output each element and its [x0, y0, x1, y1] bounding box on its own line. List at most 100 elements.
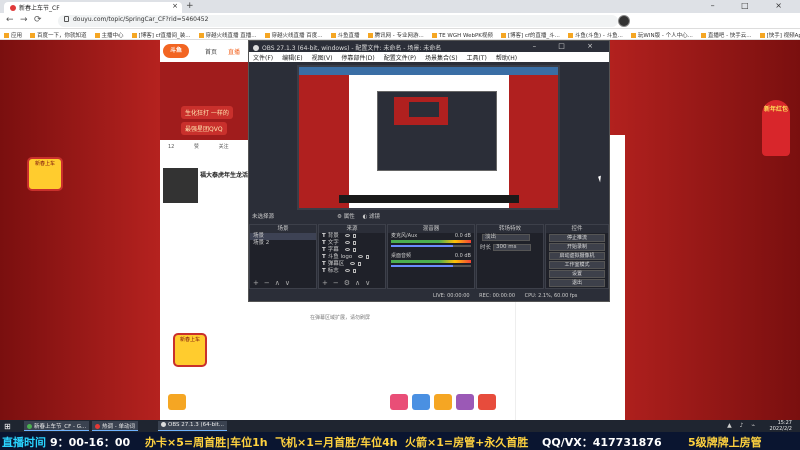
bookmark-item[interactable]: 玩WIN版 - 个人中心... — [630, 31, 693, 39]
control-button[interactable]: 退出 — [549, 279, 605, 287]
window-controls[interactable]: – □ × — [711, 1, 794, 10]
bookmark-item[interactable]: [快手] 视频App... — [759, 31, 800, 39]
transition-select[interactable]: 淡出 — [482, 234, 530, 241]
mixer-channel-label: 桌面音频 0.0 dB — [388, 253, 474, 259]
gear-icon[interactable]: ⚙ — [337, 214, 342, 220]
control-button[interactable]: 停止推流 — [549, 234, 605, 242]
lock-icon[interactable] — [358, 262, 362, 266]
filter-icon[interactable]: ◐ — [362, 214, 367, 220]
bookmark-item[interactable]: 百度一下，你就知道 — [30, 31, 87, 39]
gift-icon[interactable] — [478, 394, 496, 410]
scenes-toolbar[interactable]: +−∧∨ — [253, 279, 295, 287]
system-tray[interactable]: ▲ ♪ ⌁ — [727, 422, 758, 429]
url-field[interactable]: douyu.com/topic/SpringCar_CF?rid=5460452 — [58, 15, 618, 27]
sources-toolbar[interactable]: +−⚙∧∨ — [322, 279, 375, 287]
duration-field[interactable]: 300 ms — [493, 244, 532, 251]
bookmark-item[interactable]: TE WGH WebPK视频 — [431, 31, 493, 39]
bookmark-item[interactable]: 主播中心 — [94, 31, 124, 39]
streamer-avatar[interactable] — [163, 168, 198, 203]
stat-follow[interactable]: 关注 — [219, 144, 229, 150]
windows-start-icon[interactable]: ⊞ — [4, 422, 11, 431]
tab-bar: 新春上车节_CF × + – □ × — [0, 0, 800, 13]
profile-avatar[interactable] — [618, 15, 630, 27]
bookmark-item[interactable]: 斗鱼(斗鱼) - 斗鱼... — [567, 31, 623, 39]
obs-menu-item[interactable]: 视图(V) — [312, 55, 333, 62]
source-item[interactable]: T 斗鱼 logo — [319, 254, 385, 261]
source-item[interactable]: T 弹幕区 — [319, 261, 385, 268]
bookmark-item[interactable]: [博客] cf的直播_斗... — [500, 31, 560, 39]
obs-menu-item[interactable]: 编辑(E) — [282, 55, 302, 62]
gift-icon[interactable] — [434, 394, 452, 410]
taskbar-clock[interactable]: 15:27 2022/2/2 — [770, 420, 792, 432]
scene-item[interactable]: 场景 2 — [250, 240, 316, 247]
eye-icon[interactable] — [344, 241, 350, 244]
bookmark-item[interactable]: 穿越火线直播 百度... — [264, 31, 323, 39]
eye-icon[interactable] — [344, 269, 350, 272]
bookmark-icon — [30, 33, 36, 38]
obs-menu-item[interactable]: 配置文件(P) — [384, 55, 416, 62]
new-year-badge[interactable]: 新年红包 — [762, 100, 790, 156]
lock-icon[interactable] — [352, 248, 356, 252]
reload-icon[interactable]: ⟳ — [34, 15, 42, 25]
bookmark-item[interactable]: 斗鱼直播 — [330, 31, 360, 39]
bookmark-item[interactable]: 穿越火线直播 直播... — [198, 31, 257, 39]
properties-button[interactable]: 属性 — [344, 214, 355, 220]
preview-capture — [299, 67, 558, 208]
url-text: douyu.com/topic/SpringCar_CF?rid=5460452 — [73, 16, 209, 23]
site-logo[interactable]: 斗鱼 — [163, 44, 189, 58]
text-source-icon: T — [322, 233, 326, 239]
source-item[interactable]: T 字幕 — [319, 247, 385, 254]
bookmark-item[interactable]: [博客] cf直播间_装... — [131, 31, 191, 39]
forward-icon[interactable]: → — [20, 15, 28, 25]
taskbar-item-obs[interactable]: OBS 27.1.3 (64-bit... — [158, 421, 228, 431]
obs-window-controls[interactable]: – □ × — [533, 42, 603, 50]
control-button[interactable]: 启动虚拟摄像机 — [549, 252, 605, 260]
obs-menu-item[interactable]: 文件(F) — [253, 55, 273, 62]
lock-icon[interactable] — [352, 241, 356, 245]
lock-icon[interactable] — [352, 234, 356, 238]
close-tab-icon[interactable]: × — [172, 2, 178, 10]
gift-icon[interactable] — [412, 394, 430, 410]
taskbar-label: 热调 - 单动词 — [102, 424, 135, 430]
bookmark-item[interactable]: 直播吧 - 快手云... — [700, 31, 752, 39]
taskbar-item-chrome[interactable]: 新春上车节_CF - G... — [24, 421, 90, 431]
source-item[interactable]: T 文字 — [319, 240, 385, 247]
stream-event-badge[interactable]: 新春上车 — [173, 333, 207, 367]
eye-icon[interactable] — [350, 262, 356, 265]
banner-tag-1[interactable]: 生化狂打 一样的 — [181, 106, 233, 119]
bookmark-item[interactable]: 应用 — [4, 31, 22, 39]
gift-icon[interactable] — [456, 394, 474, 410]
bookmark-item[interactable]: 腾讯网 - 专业网游... — [367, 31, 424, 39]
scene-item[interactable]: 场景 — [250, 233, 316, 240]
eye-icon[interactable] — [344, 234, 350, 237]
control-button[interactable]: 工作室模式 — [549, 261, 605, 269]
filters-button[interactable]: 滤镜 — [369, 214, 380, 220]
obs-preview[interactable] — [297, 65, 560, 210]
obs-menu-item[interactable]: 帮助(H) — [496, 55, 517, 62]
source-item[interactable]: T 标志 — [319, 268, 385, 275]
nav-link-live[interactable]: 直播 — [228, 47, 240, 56]
nav-link-home[interactable]: 首页 — [205, 47, 217, 56]
back-icon[interactable]: ← — [6, 15, 14, 25]
source-item[interactable]: T 背景 — [319, 233, 385, 240]
gift-icon[interactable] — [390, 394, 408, 410]
obs-menu-item[interactable]: 场景集合(S) — [425, 55, 458, 62]
volume-slider[interactable] — [391, 245, 471, 247]
eye-icon[interactable] — [344, 248, 350, 251]
volume-slider[interactable] — [391, 265, 471, 267]
browser-tab[interactable]: 新春上车节_CF × — [4, 2, 182, 13]
side-event-badge[interactable]: 新春上车 — [27, 157, 63, 191]
new-tab-button[interactable]: + — [186, 1, 194, 11]
taskbar-item-app[interactable]: 热调 - 单动词 — [92, 421, 138, 431]
bookmarks-bar: 应用 百度一下，你就知道 主播中心 [博客] cf直播间_装... 穿越火线直播 直播.… — [0, 29, 800, 40]
stat-like[interactable]: 赞 — [194, 144, 199, 150]
eye-icon[interactable] — [358, 255, 364, 258]
gift-icon[interactable] — [168, 394, 186, 410]
banner-tag-2[interactable]: 最强星团QVQ — [181, 122, 227, 135]
control-button[interactable]: 开始录制 — [549, 243, 605, 251]
control-button[interactable]: 设置 — [549, 270, 605, 278]
lock-icon[interactable] — [352, 269, 356, 273]
lock-icon[interactable] — [366, 255, 370, 259]
obs-menu-item[interactable]: 停靠部件(D) — [341, 55, 374, 62]
obs-menu-item[interactable]: 工具(T) — [467, 55, 487, 62]
